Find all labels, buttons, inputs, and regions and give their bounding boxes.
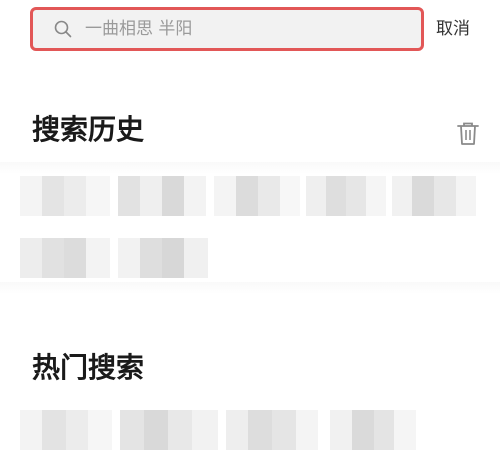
hot-tag[interactable] (330, 410, 416, 450)
hot-tag[interactable] (226, 410, 318, 450)
divider (0, 162, 500, 174)
history-tag[interactable] (118, 238, 208, 278)
trash-icon (455, 122, 481, 150)
search-icon (53, 19, 73, 39)
hot-search-title: 热门搜索 (32, 351, 145, 384)
history-tag[interactable] (118, 176, 206, 216)
cancel-button[interactable]: 取消 (436, 14, 470, 39)
search-history-title: 搜索历史 (32, 113, 145, 146)
clear-history-button[interactable] (455, 119, 481, 147)
history-tag[interactable] (20, 176, 110, 216)
history-tag[interactable] (214, 176, 300, 216)
search-input[interactable] (83, 11, 421, 47)
history-tag[interactable] (20, 238, 110, 278)
divider (0, 282, 500, 294)
hot-tag[interactable] (20, 410, 112, 450)
history-tag[interactable] (306, 176, 386, 216)
history-tag[interactable] (392, 176, 476, 216)
hot-tag[interactable] (120, 410, 218, 450)
search-bar[interactable] (30, 7, 424, 51)
